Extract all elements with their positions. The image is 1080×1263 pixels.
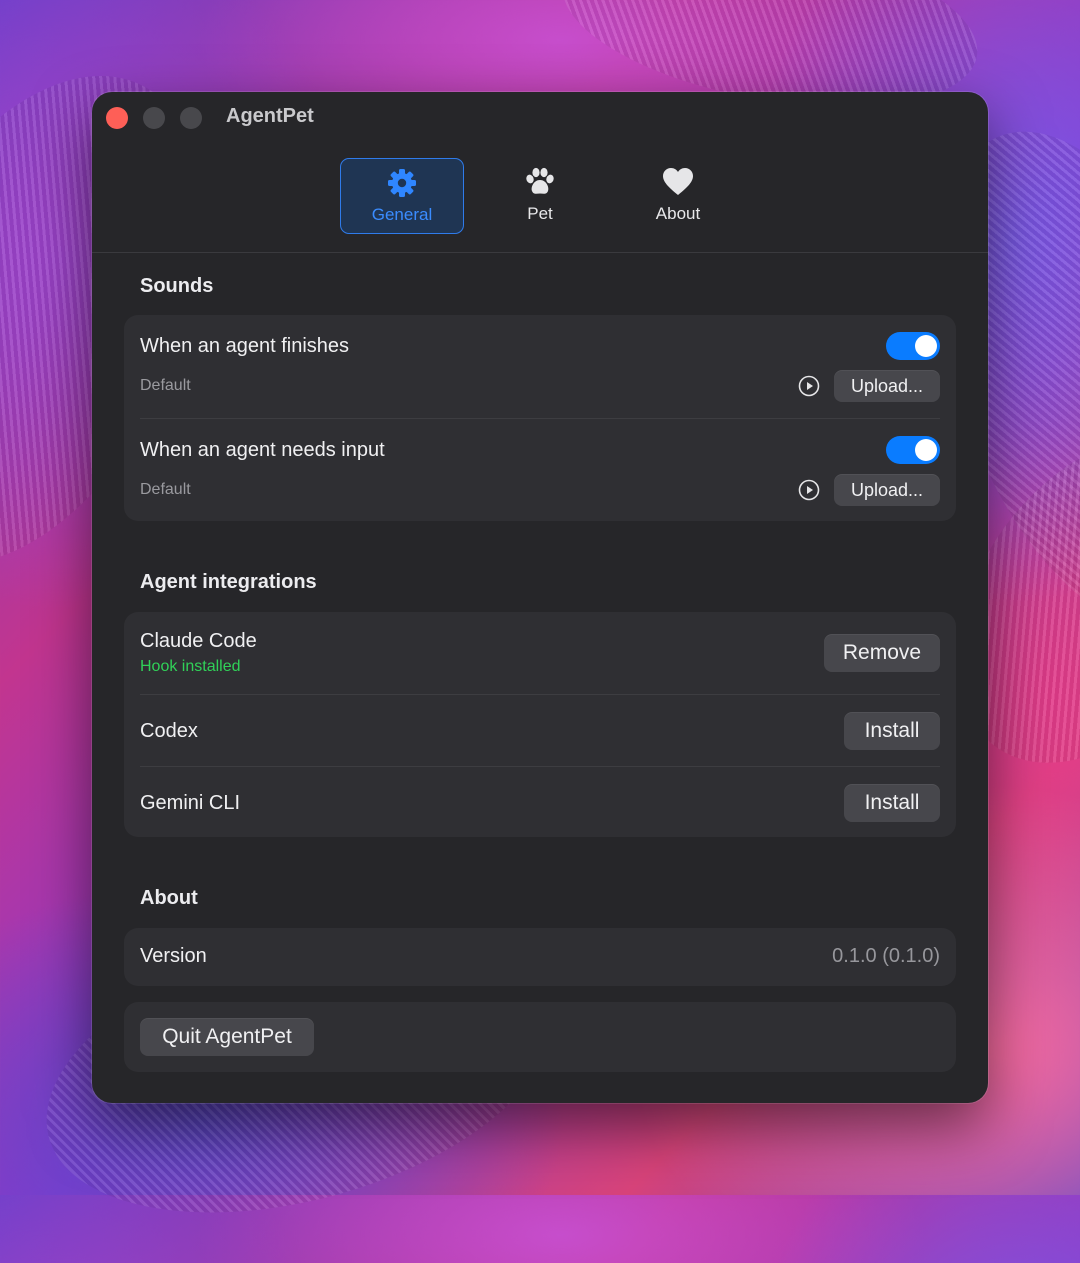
tab-general[interactable]: General — [340, 158, 464, 234]
quit-card: Quit AgentPet — [124, 1002, 956, 1072]
play-icon[interactable] — [798, 479, 820, 501]
about-section-title: About — [140, 887, 198, 909]
tab-about-label: About — [655, 204, 701, 223]
toggle-knob — [915, 335, 937, 357]
sound-input-label: When an agent needs input — [140, 439, 385, 461]
install-codex-button[interactable]: Install — [844, 712, 940, 750]
sounds-section-title: Sounds — [140, 275, 214, 297]
quit-button[interactable]: Quit AgentPet — [140, 1018, 314, 1056]
tab-general-label: General — [371, 205, 433, 224]
install-gemini-button[interactable]: Install — [844, 784, 940, 822]
version-label: Version — [140, 945, 207, 967]
tab-pet[interactable]: Pet — [478, 158, 602, 234]
sound-input-default: Default — [140, 481, 191, 498]
paw-icon — [523, 166, 557, 198]
integration-codex-label: Codex — [140, 720, 198, 742]
integrations-section-title: Agent integrations — [140, 571, 317, 593]
divider — [140, 694, 940, 695]
title-bar[interactable]: AgentPet — [92, 92, 988, 142]
version-card: Version 0.1.0 (0.1.0) — [124, 928, 956, 986]
sound-finish-label: When an agent finishes — [140, 335, 350, 357]
sound-input-toggle[interactable] — [886, 436, 940, 464]
version-value: 0.1.0 (0.1.0) — [832, 945, 940, 967]
tab-about[interactable]: About — [616, 158, 740, 234]
toggle-knob — [915, 439, 937, 461]
upload-sound-finish-button[interactable]: Upload... — [834, 370, 940, 402]
divider — [140, 766, 940, 767]
tab-toolbar: General Pet About — [92, 142, 988, 253]
upload-sound-input-button[interactable]: Upload... — [834, 474, 940, 506]
tab-pet-label: Pet — [527, 204, 553, 223]
hook-installed-status: Hook installed — [140, 658, 241, 675]
heart-icon — [662, 166, 694, 198]
play-icon[interactable] — [798, 375, 820, 397]
sounds-card: When an agent finishes Default Upload...… — [124, 315, 956, 521]
sound-finish-toggle[interactable] — [886, 332, 940, 360]
sound-finish-default: Default — [140, 377, 191, 394]
remove-claude-hook-button[interactable]: Remove — [824, 634, 940, 672]
integration-gemini-label: Gemini CLI — [140, 792, 241, 814]
minimize-window-button[interactable] — [143, 107, 165, 129]
integrations-card: Claude Code Hook installed Remove Codex … — [124, 612, 956, 837]
close-window-button[interactable] — [106, 107, 128, 129]
divider — [140, 418, 940, 419]
zoom-window-button[interactable] — [180, 107, 202, 129]
window-title: AgentPet — [226, 105, 314, 127]
gear-icon — [386, 167, 418, 199]
integration-claude-label: Claude Code — [140, 630, 257, 652]
settings-window: AgentPet General Pet About Sounds When a… — [92, 92, 988, 1103]
